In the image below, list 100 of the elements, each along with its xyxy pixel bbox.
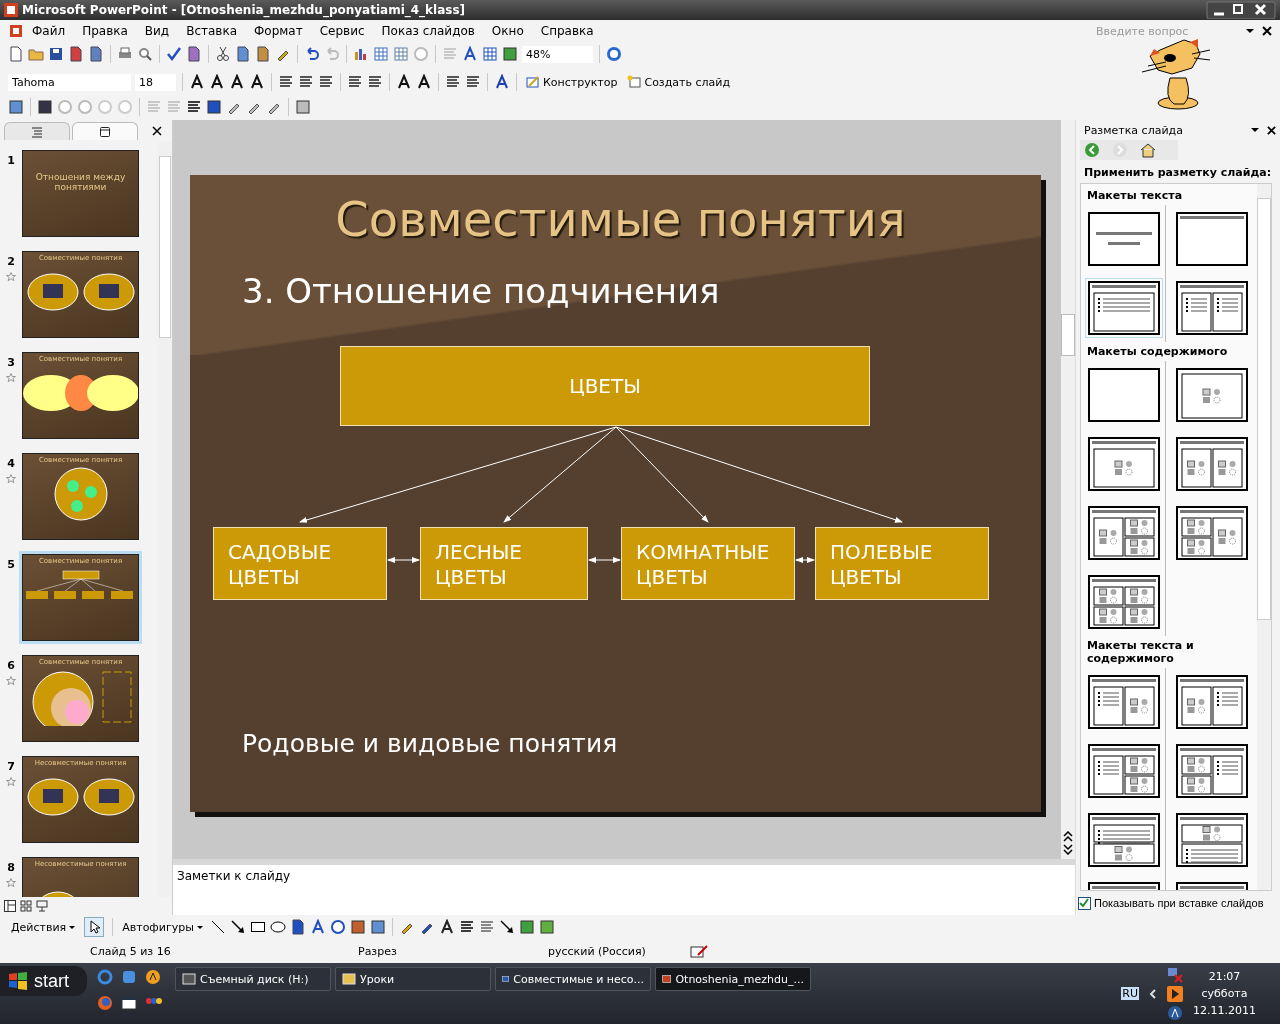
taskbar-button[interactable]: Уроки (335, 967, 491, 991)
line-style-icon[interactable] (186, 99, 202, 115)
slide-sorter-icon[interactable] (20, 900, 32, 912)
window-icon[interactable] (121, 995, 137, 1011)
menu-item[interactable]: Справка (532, 24, 603, 38)
chart-icon[interactable] (353, 46, 369, 62)
slide-layout-thumbnail[interactable] (1085, 209, 1163, 269)
menu-item[interactable]: Вид (136, 24, 179, 38)
new-document-icon[interactable] (8, 46, 24, 62)
normal-view-icon[interactable] (4, 900, 16, 912)
permission-icon[interactable] (68, 46, 84, 62)
3d-icon[interactable] (538, 919, 555, 935)
back-icon[interactable] (1084, 142, 1100, 158)
window-controls-icon[interactable] (1206, 1, 1276, 19)
numbering-icon[interactable] (347, 74, 363, 90)
spelling-icon[interactable] (166, 46, 182, 62)
arrow-style-icon[interactable] (498, 919, 515, 935)
insert-picture-icon[interactable] (369, 919, 386, 935)
close-icon[interactable] (152, 126, 162, 136)
show-on-insert-checkbox[interactable]: Показывать при вставке слайдов (1078, 891, 1280, 915)
rectangle-icon[interactable] (249, 919, 266, 935)
dropdown-arrow-icon[interactable] (1246, 29, 1254, 33)
wordart-icon[interactable] (309, 919, 326, 935)
print-preview-icon[interactable] (137, 46, 153, 62)
center-icon[interactable] (298, 74, 314, 90)
select-pointer-icon[interactable] (84, 917, 105, 937)
save-icon[interactable] (48, 46, 64, 62)
language-indicator[interactable]: RU (1121, 987, 1139, 1000)
slide-layout-thumbnail[interactable] (1085, 572, 1163, 632)
taskbar-button[interactable]: Съемный диск (H:) (175, 967, 331, 991)
dropdown-arrow-icon[interactable] (1251, 128, 1259, 132)
letter-icon[interactable] (1167, 1004, 1183, 1021)
slide-layout-thumbnail[interactable] (1173, 434, 1251, 494)
insert-picture-icon[interactable] (8, 99, 24, 115)
browser-icon[interactable] (97, 969, 113, 985)
menu-item[interactable]: Сервис (311, 24, 374, 38)
slide-layout-thumbnail[interactable] (1085, 365, 1163, 425)
paste-icon[interactable] (255, 46, 271, 62)
align-right-icon[interactable] (318, 74, 334, 90)
font-color-icon[interactable] (438, 919, 455, 935)
cut-icon[interactable] (215, 46, 231, 62)
network-disconnected-icon[interactable] (1167, 966, 1183, 983)
slide-show-icon[interactable] (36, 900, 48, 912)
zoom-dropdown[interactable]: 48% (522, 45, 593, 63)
taskbar-button[interactable]: Otnoshenia_mezhdu_... (655, 967, 811, 991)
color-icon[interactable] (502, 46, 518, 62)
design-button[interactable]: Конструктор (523, 73, 621, 91)
scrollbar[interactable] (1061, 120, 1075, 859)
close-icon[interactable] (1267, 125, 1276, 135)
scrollbar[interactable] (1257, 184, 1271, 890)
copy-icon[interactable] (235, 46, 251, 62)
clip-art-icon[interactable] (349, 919, 366, 935)
arrow-icon[interactable] (229, 919, 246, 935)
font-size-dropdown[interactable]: 18 (135, 73, 176, 91)
slide-layout-thumbnail[interactable] (1173, 365, 1251, 425)
oval-icon[interactable] (269, 919, 286, 935)
slide-thumbnail[interactable]: Отношения между понятиями (19, 147, 142, 240)
text-formatting-icon[interactable] (462, 46, 478, 62)
slide-layout-thumbnail[interactable] (1085, 503, 1163, 563)
tables-borders-icon[interactable] (393, 46, 409, 62)
slide-layout-thumbnail[interactable] (1173, 672, 1251, 732)
home-icon[interactable] (1140, 142, 1156, 158)
slide-layout-thumbnail[interactable] (1173, 503, 1251, 563)
menu-item[interactable]: Вставка (178, 24, 246, 38)
menu-item[interactable]: Показ слайдов (373, 24, 484, 38)
font-name-dropdown[interactable]: Tahoma (8, 73, 131, 91)
help-question-field[interactable]: Введите вопрос (1094, 23, 1238, 39)
menu-item[interactable]: Окно (483, 24, 533, 38)
line-style-icon[interactable] (458, 919, 475, 935)
slide-layout-thumbnail[interactable] (1085, 278, 1163, 338)
grid-icon[interactable] (482, 46, 498, 62)
menu-item[interactable]: Формат (246, 24, 312, 38)
font-color-icon[interactable] (494, 74, 510, 90)
close-icon[interactable] (1262, 26, 1272, 36)
scroll-thumb[interactable] (159, 156, 171, 338)
notes-field[interactable]: Заметки к слайду (173, 858, 1075, 915)
slide-layout-thumbnail[interactable] (1173, 810, 1251, 870)
scroll-thumb[interactable] (1061, 314, 1075, 356)
play-icon[interactable] (1167, 985, 1183, 1002)
start-button[interactable]: start (0, 966, 87, 996)
align-left-icon[interactable] (278, 74, 294, 90)
menu-item[interactable]: Правка (74, 24, 137, 38)
slide-layout-thumbnail[interactable] (1085, 672, 1163, 732)
chevron-left-icon[interactable] (1149, 988, 1157, 999)
actions-menu-button[interactable]: Действия (8, 918, 79, 936)
text-box-icon[interactable] (289, 919, 306, 935)
slide-layout-thumbnail[interactable] (1173, 209, 1251, 269)
slide-layout-thumbnail[interactable] (1085, 810, 1163, 870)
slide-layout-thumbnail[interactable] (1085, 434, 1163, 494)
taskbar-button[interactable]: Совместимые и несо... (495, 967, 651, 991)
autoshapes-menu-button[interactable]: Автофигуры (119, 918, 206, 936)
line-icon[interactable] (209, 919, 226, 935)
menu-item[interactable]: Файл (24, 24, 75, 38)
table-icon[interactable] (373, 46, 389, 62)
bullets-icon[interactable] (367, 74, 383, 90)
scroll-thumb[interactable] (1257, 198, 1271, 620)
page-up-down-icon[interactable] (1062, 830, 1074, 855)
slide-layout-thumbnail[interactable] (1173, 278, 1251, 338)
undo-icon[interactable] (304, 46, 320, 62)
slides-tab[interactable] (72, 122, 138, 140)
